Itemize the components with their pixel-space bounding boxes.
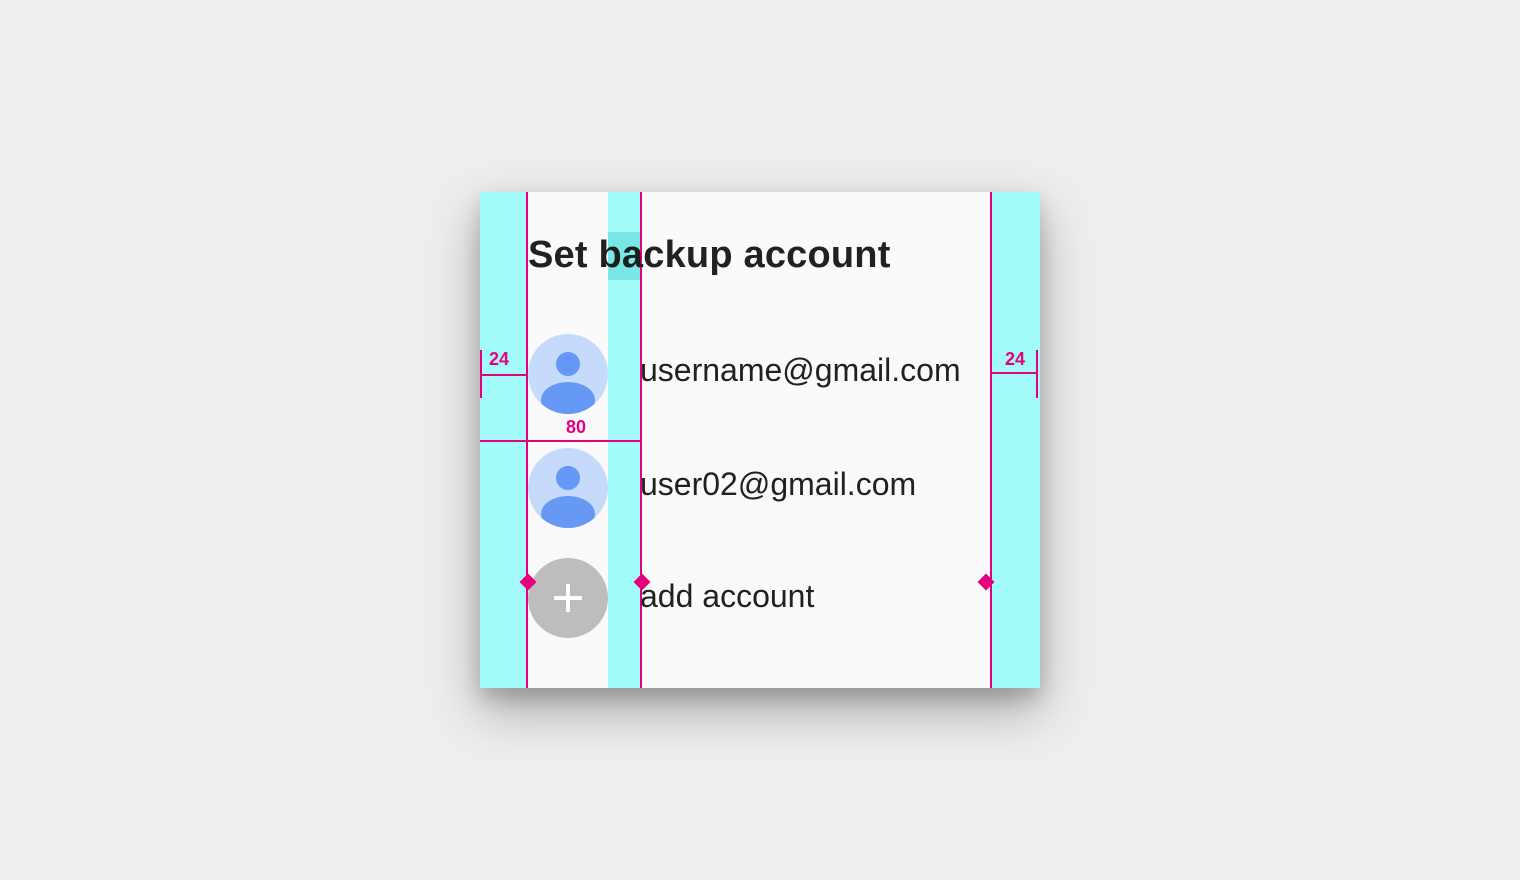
account-avatar-icon bbox=[528, 448, 608, 528]
avatar-column-measure-line bbox=[480, 440, 640, 442]
backup-account-dialog: Set backup account username@gmail.com us… bbox=[480, 192, 1040, 688]
right-margin-measure-label: 24 bbox=[1005, 349, 1026, 369]
add-account-label: add account bbox=[640, 578, 815, 614]
right-margin-guide bbox=[992, 192, 1040, 688]
account-item[interactable]: username@gmail.com bbox=[528, 334, 988, 414]
left-margin-measure-label: 24 bbox=[489, 349, 510, 369]
left-margin-tick bbox=[480, 350, 482, 398]
account-email: username@gmail.com bbox=[640, 352, 961, 388]
title-guide-shade bbox=[608, 232, 640, 280]
account-email: user02@gmail.com bbox=[640, 466, 917, 502]
left-margin-measure-line bbox=[482, 374, 526, 376]
right-keyline bbox=[990, 192, 992, 688]
account-item[interactable]: user02@gmail.com bbox=[528, 448, 988, 528]
right-margin-measure-line bbox=[992, 372, 1036, 374]
add-account-item[interactable]: add account bbox=[528, 558, 988, 638]
account-avatar-icon bbox=[528, 334, 608, 414]
avatar-column-measure-label: 80 bbox=[566, 417, 587, 437]
dialog-title: Set backup account bbox=[528, 234, 891, 276]
right-margin-tick bbox=[1036, 350, 1038, 398]
plus-icon bbox=[528, 558, 608, 638]
